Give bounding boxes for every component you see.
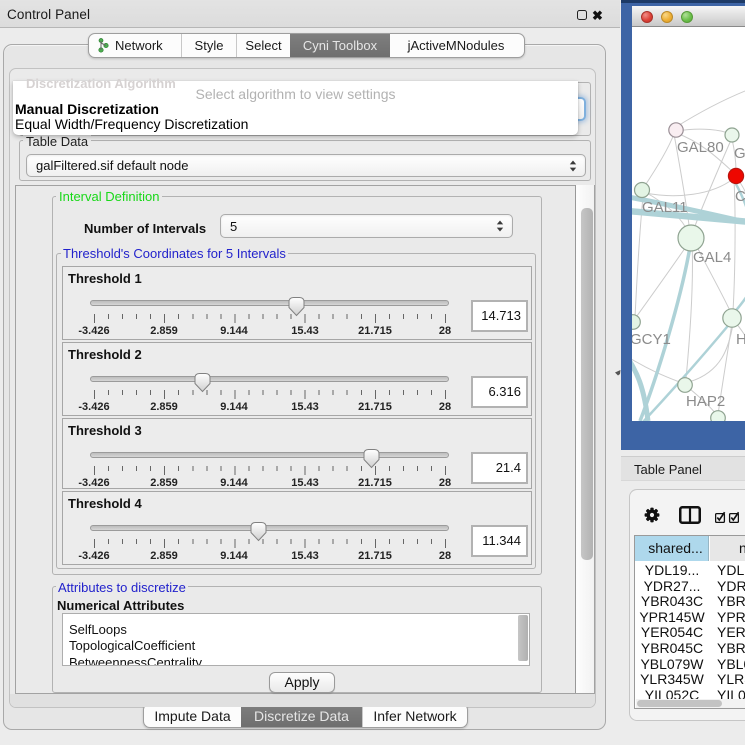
svg-text:C: C (735, 188, 745, 205)
svg-text:GAL4: GAL4 (693, 249, 731, 266)
svg-text:H: H (736, 331, 745, 348)
svg-text:HAP2: HAP2 (686, 393, 725, 410)
svg-text:GAL11: GAL11 (642, 199, 688, 216)
svg-text:GCY1: GCY1 (632, 331, 671, 348)
svg-text:GAL80: GAL80 (677, 139, 724, 156)
svg-text:GA: GA (734, 145, 745, 162)
